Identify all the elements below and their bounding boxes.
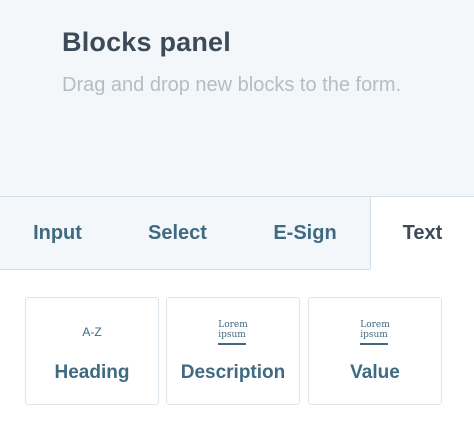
heading-az-icon: A-Z [82,325,102,339]
block-value-label: Value [350,362,400,383]
panel-subtitle: Drag and drop new blocks to the form. [62,74,402,96]
block-value[interactable]: Lorem ipsum Value [308,297,442,405]
block-category-tabs: Input Select E-Sign Text [0,197,474,270]
tab-input[interactable]: Input [0,197,115,270]
tab-text[interactable]: Text [370,197,474,270]
block-heading[interactable]: A-Z Heading [25,297,159,405]
tab-e-sign[interactable]: E-Sign [240,197,370,270]
block-description-label: Description [180,362,286,383]
block-description[interactable]: Lorem ipsum Description [166,297,300,405]
panel-title: Blocks panel [62,27,231,57]
lorem-paragraph-icon: Lorem ipsum [309,320,441,350]
blocks-panel-header: Blocks panel Drag and drop new blocks to… [0,0,474,197]
block-heading-label: Heading [54,362,130,383]
lorem-paragraph-icon: Lorem ipsum [167,320,299,350]
tab-select[interactable]: Select [115,197,240,270]
